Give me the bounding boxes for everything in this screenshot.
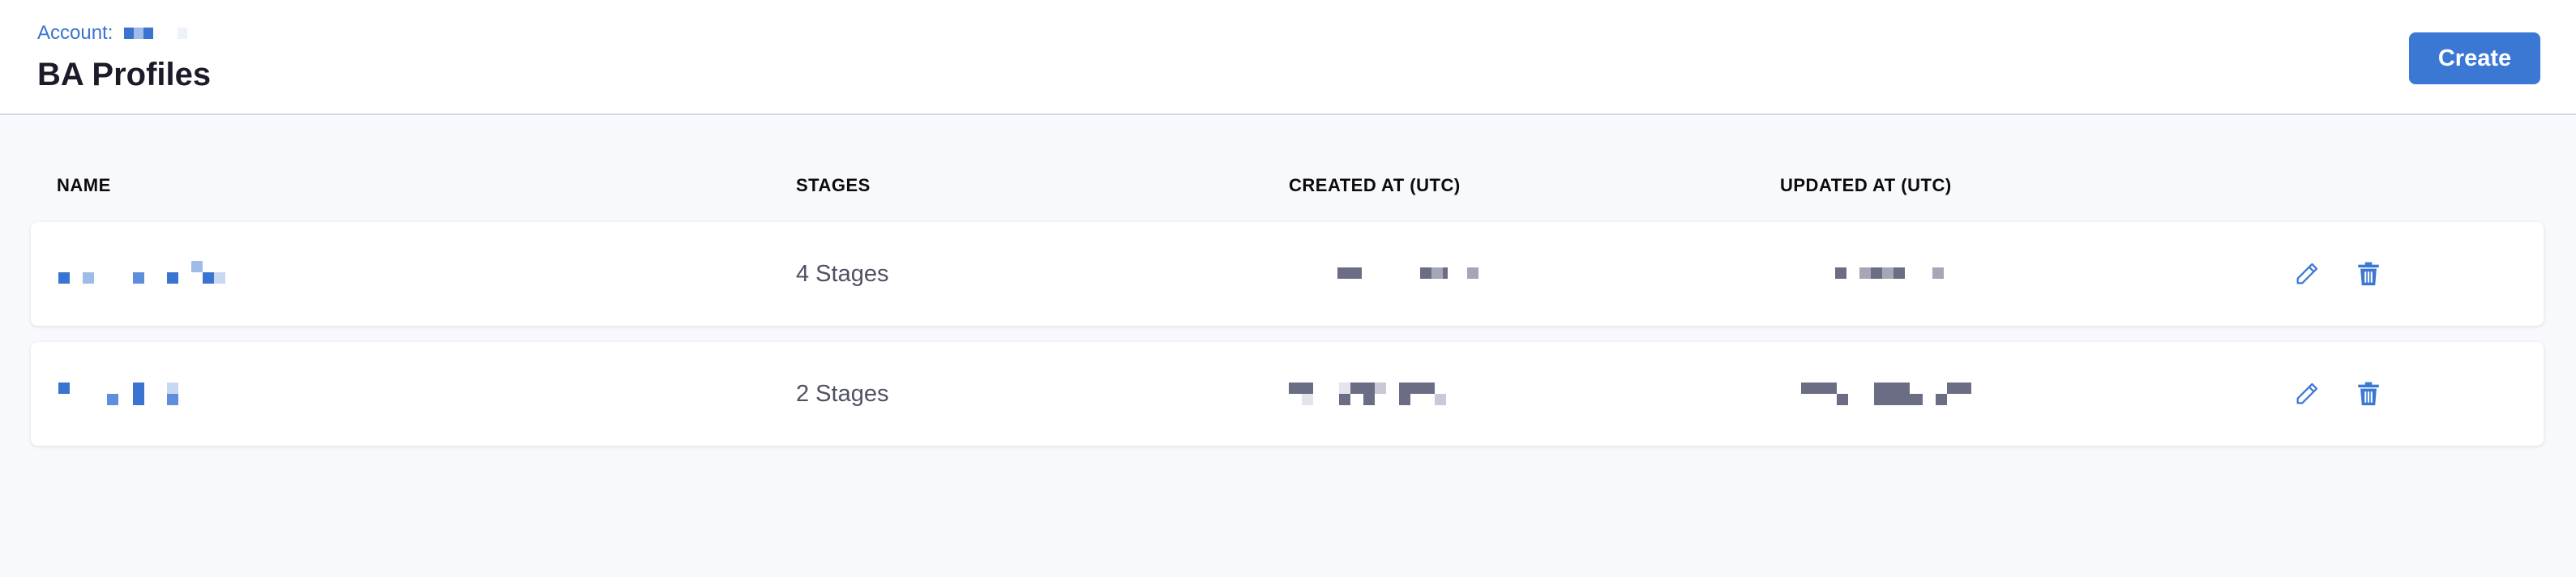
page-header: Account: BA Profiles Create (0, 0, 2576, 115)
column-header-created[interactable]: CREATED AT (UTC) (1289, 175, 1461, 196)
updated-at-redacted (1801, 383, 2044, 407)
table-row[interactable]: 2 Stages (31, 342, 2544, 446)
table-row[interactable]: 4 Stages (31, 222, 2544, 326)
profile-name-redacted[interactable] (58, 378, 220, 410)
column-header-stages[interactable]: STAGES (796, 175, 871, 196)
edit-pencil-icon[interactable] (2291, 378, 2323, 410)
created-at-redacted (1337, 267, 1500, 284)
account-name-redacted (124, 28, 188, 39)
column-header-name[interactable]: NAME (57, 175, 111, 196)
trash-icon[interactable] (2352, 258, 2385, 290)
account-breadcrumb[interactable]: Account: (37, 21, 188, 45)
column-header-updated[interactable]: UPDATED AT (UTC) (1780, 175, 1952, 196)
profile-name-redacted[interactable] (58, 258, 269, 290)
stages-count: 4 Stages (796, 260, 889, 287)
trash-icon[interactable] (2352, 378, 2385, 410)
updated-at-redacted (1835, 267, 1997, 284)
create-button[interactable]: Create (2409, 32, 2540, 84)
page-title: BA Profiles (37, 57, 212, 92)
stages-count: 2 Stages (796, 380, 889, 407)
edit-pencil-icon[interactable] (2291, 258, 2323, 290)
account-label: Account: (37, 22, 113, 44)
created-at-redacted (1289, 383, 1532, 407)
